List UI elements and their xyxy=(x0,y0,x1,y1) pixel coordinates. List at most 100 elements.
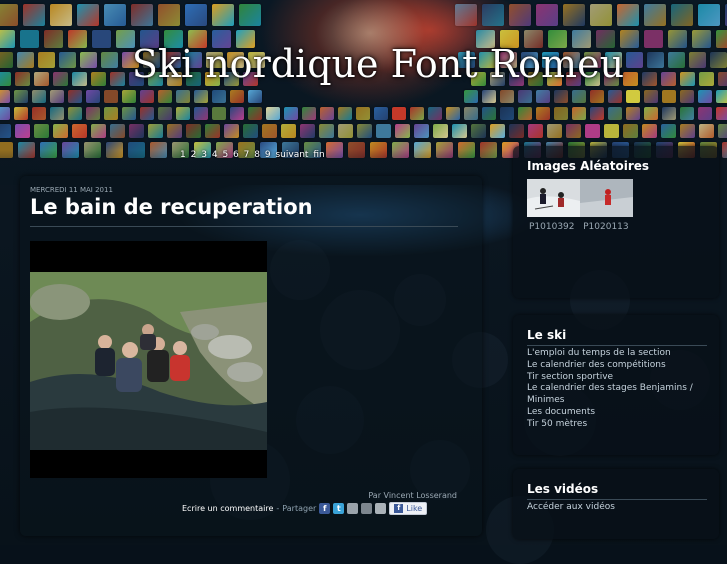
video-wall-tile xyxy=(490,124,505,138)
video-wall-tile xyxy=(662,107,676,120)
video-wall-tile xyxy=(72,124,87,138)
random-image-2[interactable] xyxy=(580,179,633,217)
video-wall-tile xyxy=(357,124,372,138)
video-wall-tile xyxy=(671,4,693,26)
like-label: Like xyxy=(406,504,423,513)
video-wall-tile xyxy=(50,4,72,26)
video-wall-tile xyxy=(500,90,514,103)
video-wall-tile xyxy=(590,90,604,103)
link-calendrier-competitions[interactable]: Le calendrier des compétitions xyxy=(527,360,693,372)
print-icon[interactable] xyxy=(361,503,373,514)
video-wall-tile xyxy=(122,90,136,103)
video-wall-tile xyxy=(104,107,118,120)
link-acceder-videos[interactable]: Accéder aux vidéos xyxy=(527,502,615,514)
video-wall-tile xyxy=(626,107,640,120)
video-wall-tile xyxy=(642,124,657,138)
facebook-like-button[interactable]: f Like xyxy=(389,502,428,515)
random-image-1[interactable] xyxy=(527,179,580,217)
video-wall-tile xyxy=(14,107,28,120)
widget-divider xyxy=(527,345,707,346)
link-calendrier-stages[interactable]: Le calendrier des stages Benjamins / xyxy=(527,383,693,395)
video-wall-tile xyxy=(661,124,676,138)
page-link-3[interactable]: 3 xyxy=(201,150,207,160)
video-wall-tile xyxy=(212,107,226,120)
photo-children-in-stream xyxy=(30,272,267,450)
video-wall-tile xyxy=(212,90,226,103)
page-link-9[interactable]: 9 xyxy=(265,150,271,160)
video-wall-tile xyxy=(395,124,410,138)
link-calendrier-stages-cont[interactable]: Minimes xyxy=(527,395,693,407)
video-wall-tile xyxy=(623,124,638,138)
video-wall-tile xyxy=(23,4,45,26)
video-wall-tile xyxy=(212,4,234,26)
video-wall-tile xyxy=(644,107,658,120)
widget-videos: Les vidéos Accéder aux vidéos xyxy=(513,469,719,539)
page-link-8[interactable]: 8 xyxy=(254,150,260,160)
video-wall-tile xyxy=(140,107,154,120)
link-tir-section-sportive[interactable]: Tir section sportive xyxy=(527,372,693,384)
post-title[interactable]: Le bain de recuperation xyxy=(30,195,313,219)
random-images-captions: P1010392 P1020113 xyxy=(529,222,629,232)
video-wall-tile xyxy=(319,124,334,138)
widget-title-le-ski: Le ski xyxy=(527,328,567,342)
link-tir-50-metres[interactable]: Tir 50 mètres xyxy=(527,419,693,431)
video-wall-tile xyxy=(644,4,666,26)
video-wall-tile xyxy=(0,107,10,120)
facebook-icon[interactable]: f xyxy=(319,503,331,514)
page-link-4[interactable]: 4 xyxy=(212,150,218,160)
post-photo[interactable] xyxy=(30,272,267,450)
video-wall-tile xyxy=(140,90,154,103)
video-wall-tile xyxy=(176,107,190,120)
video-wall-tile xyxy=(186,124,201,138)
video-wall-tile xyxy=(680,124,695,138)
random-images-thumbs xyxy=(527,179,633,217)
widget-divider xyxy=(527,499,707,500)
video-wall-tile xyxy=(414,124,429,138)
link-documents[interactable]: Les documents xyxy=(527,407,693,419)
video-wall-tile xyxy=(528,124,543,138)
last-page-link[interactable]: fin xyxy=(313,150,324,160)
page-link-6[interactable]: 6 xyxy=(233,150,239,160)
video-wall-tile xyxy=(433,124,448,138)
site-title[interactable]: Ski nordique Font Romeu xyxy=(0,42,727,86)
video-wall-tile xyxy=(68,90,82,103)
video-wall-tile xyxy=(572,90,586,103)
write-comment-link[interactable]: Ecrire un commentaire xyxy=(182,504,273,513)
video-wall-tile xyxy=(500,107,514,120)
video-wall-tile xyxy=(243,124,258,138)
video-wall-tile xyxy=(536,90,550,103)
page-link-7[interactable]: 7 xyxy=(244,150,250,160)
facebook-logo-icon: f xyxy=(394,504,404,513)
video-wall-tile xyxy=(86,90,100,103)
video-wall-tile xyxy=(32,107,46,120)
video-wall-tile xyxy=(698,107,712,120)
page-link-5[interactable]: 5 xyxy=(222,150,228,160)
video-wall-tile xyxy=(131,4,153,26)
video-wall-tile xyxy=(547,124,562,138)
actions-separator: - xyxy=(276,504,280,513)
video-wall-tile xyxy=(0,90,10,103)
video-wall-tile xyxy=(53,124,68,138)
video-wall-tile xyxy=(536,4,558,26)
video-wall-tile xyxy=(185,4,207,26)
video-wall-tile xyxy=(338,124,353,138)
page-link-2[interactable]: 2 xyxy=(191,150,197,160)
page-link-1[interactable]: 1 xyxy=(180,150,186,160)
video-wall-tile xyxy=(608,90,622,103)
post-author: Par Vincent Losserand xyxy=(368,491,457,500)
twitter-icon[interactable]: t xyxy=(333,503,345,514)
random-image-caption-1[interactable]: P1010392 xyxy=(529,222,575,232)
random-image-caption-2[interactable]: P1020113 xyxy=(583,222,629,232)
le-ski-links: L'emploi du temps de la section Le calen… xyxy=(527,348,693,431)
video-wall-tile xyxy=(68,107,82,120)
next-page-link[interactable]: suivant xyxy=(275,150,308,160)
video-wall-tile xyxy=(86,107,100,120)
video-wall-tile xyxy=(698,90,712,103)
bookmark-icon[interactable] xyxy=(375,503,387,514)
link-emploi-du-temps[interactable]: L'emploi du temps de la section xyxy=(527,348,693,360)
video-wall-tile xyxy=(129,124,144,138)
widget-le-ski: Le ski L'emploi du temps de la section L… xyxy=(513,315,719,455)
email-icon[interactable] xyxy=(347,503,359,514)
video-wall-tile xyxy=(718,124,727,138)
video-wall-tile xyxy=(471,124,486,138)
